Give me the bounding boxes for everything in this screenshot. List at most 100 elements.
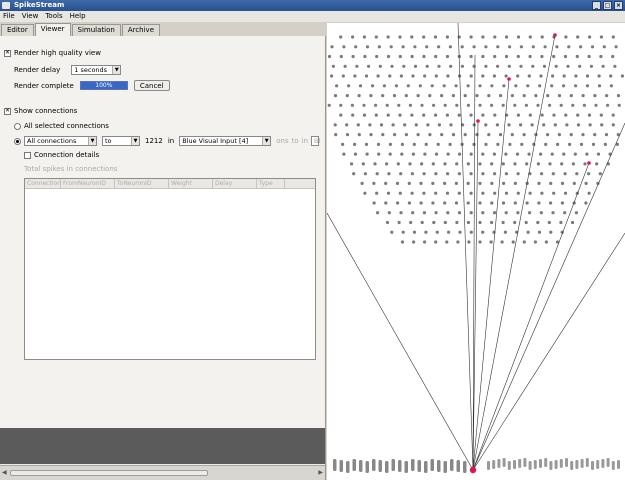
connection-details-row: Connection details [24, 151, 99, 159]
scrollbar-thumb[interactable] [10, 470, 208, 476]
neuron-dot [437, 123, 441, 127]
input-neuron [523, 458, 527, 467]
neuron-dot [599, 113, 603, 117]
neuron-dot [537, 230, 542, 234]
neuron-dot [342, 45, 346, 49]
table-header: ConnectionID FromNeuronID ToNeuronID Wei… [25, 179, 315, 189]
menu-view[interactable]: View [22, 11, 39, 22]
controls-content: ✕ Render high quality view Render delay … [0, 36, 325, 428]
neuron-dot [498, 133, 503, 137]
input-neuron [585, 458, 589, 467]
column-header[interactable]: ToNeuronID [115, 179, 169, 189]
neuron-dot [478, 162, 482, 166]
layer-select[interactable]: Blue Visual Input [4] ▼ [179, 136, 272, 146]
neuron-dot [434, 113, 438, 117]
neuron-dot [386, 113, 390, 117]
neuron-dot [472, 123, 476, 127]
direction-select[interactable]: to ▼ [102, 136, 140, 146]
neuron-dot [567, 45, 571, 49]
neuron-dot [385, 162, 389, 166]
tab-simulation[interactable]: Simulation [71, 24, 121, 36]
neuron-dot [551, 211, 555, 215]
neuron-dot [515, 152, 520, 156]
neuron-dot [590, 45, 595, 49]
network-3d-viewer[interactable] [327, 23, 625, 480]
neuron-dot [563, 172, 567, 176]
neuron-dot [576, 113, 580, 117]
neuron-dot [432, 220, 436, 225]
maximize-icon[interactable]: □ [603, 1, 612, 10]
connection-details-checkbox[interactable] [24, 151, 31, 159]
tab-editor[interactable]: Editor [1, 24, 34, 36]
input-neuron [549, 461, 553, 470]
neuron-dot [431, 181, 435, 185]
scroll-left-icon[interactable]: ◀ [2, 469, 7, 476]
menu-file[interactable]: File [3, 11, 15, 22]
neuron-dot [552, 54, 556, 59]
menu-help[interactable]: Help [70, 11, 86, 22]
minimize-icon[interactable]: _ [592, 1, 601, 10]
all-selected-radio[interactable] [14, 122, 21, 130]
neuron-dot [550, 152, 554, 156]
neuron-dot [478, 201, 482, 205]
neuron-dot [386, 54, 391, 59]
neuron-dot [357, 94, 361, 98]
neuron-dot [469, 35, 473, 39]
neuron-dot [469, 191, 473, 195]
column-header[interactable]: Delay [213, 179, 257, 189]
extra-select[interactable]: Bl [311, 136, 320, 146]
neuron-dot [532, 142, 536, 146]
neuron-dot [601, 64, 605, 68]
neuron-dot [522, 133, 526, 137]
neuron-dot [388, 74, 392, 78]
connections-table[interactable]: ConnectionID FromNeuronID ToNeuronID Wei… [24, 178, 316, 360]
connection-filter-radio[interactable] [14, 137, 21, 145]
neuron-dot [400, 152, 404, 156]
show-connections-row: ✕ Show connections [4, 107, 77, 115]
neuron-dot [581, 94, 585, 98]
neuron-dot [481, 191, 485, 195]
render-hq-checkbox[interactable]: ✕ [4, 49, 11, 57]
scroll-right-icon[interactable]: ▶ [318, 469, 323, 476]
neuron-dot [374, 113, 378, 117]
neuron-dot [587, 113, 592, 117]
horizontal-scrollbar[interactable]: ◀ ▶ [0, 465, 325, 480]
neuron-dot [388, 142, 392, 146]
neuron-dot [562, 152, 566, 156]
connection-filter-select[interactable]: All connections ▼ [24, 136, 97, 146]
column-header[interactable]: ConnectionID [25, 179, 61, 189]
tab-archive[interactable]: Archive [121, 24, 161, 36]
tab-viewer[interactable]: Viewer [34, 23, 71, 36]
neuron-dot [353, 142, 357, 146]
neuron-dot [457, 172, 461, 176]
neuron-dot [386, 191, 391, 195]
neuron-dot [597, 84, 602, 88]
in-label: in [167, 137, 175, 145]
neuron-dot [562, 74, 566, 78]
neuron-dot [507, 64, 511, 68]
input-neuron [591, 461, 594, 470]
column-header[interactable]: Weight [169, 179, 213, 189]
column-header[interactable]: Type [257, 179, 285, 189]
render-delay-select[interactable]: 1 seconds ▼ [71, 65, 122, 75]
column-header[interactable]: FromNeuronID [61, 179, 115, 189]
menu-tools[interactable]: Tools [45, 11, 62, 22]
show-connections-checkbox[interactable]: ✕ [4, 107, 11, 115]
neuron-dot [547, 220, 551, 225]
neuron-dot [560, 181, 565, 185]
neuron-dot [402, 64, 406, 68]
connection-filter-value: All connections [27, 137, 77, 145]
neuron-dot [395, 181, 400, 185]
close-icon[interactable]: × [614, 1, 623, 10]
neuron-dot [457, 191, 461, 195]
neuron-dot [460, 45, 464, 49]
neuron-dot [446, 211, 450, 215]
neuron-dot [487, 94, 491, 98]
neuron-dot [363, 172, 367, 176]
neuron-dot [536, 220, 540, 225]
neuron-dot [369, 94, 373, 98]
cancel-button[interactable]: Cancel [133, 80, 170, 91]
app-icon [2, 2, 10, 9]
neuron-dot [504, 54, 509, 59]
neuron-dot [536, 162, 540, 166]
